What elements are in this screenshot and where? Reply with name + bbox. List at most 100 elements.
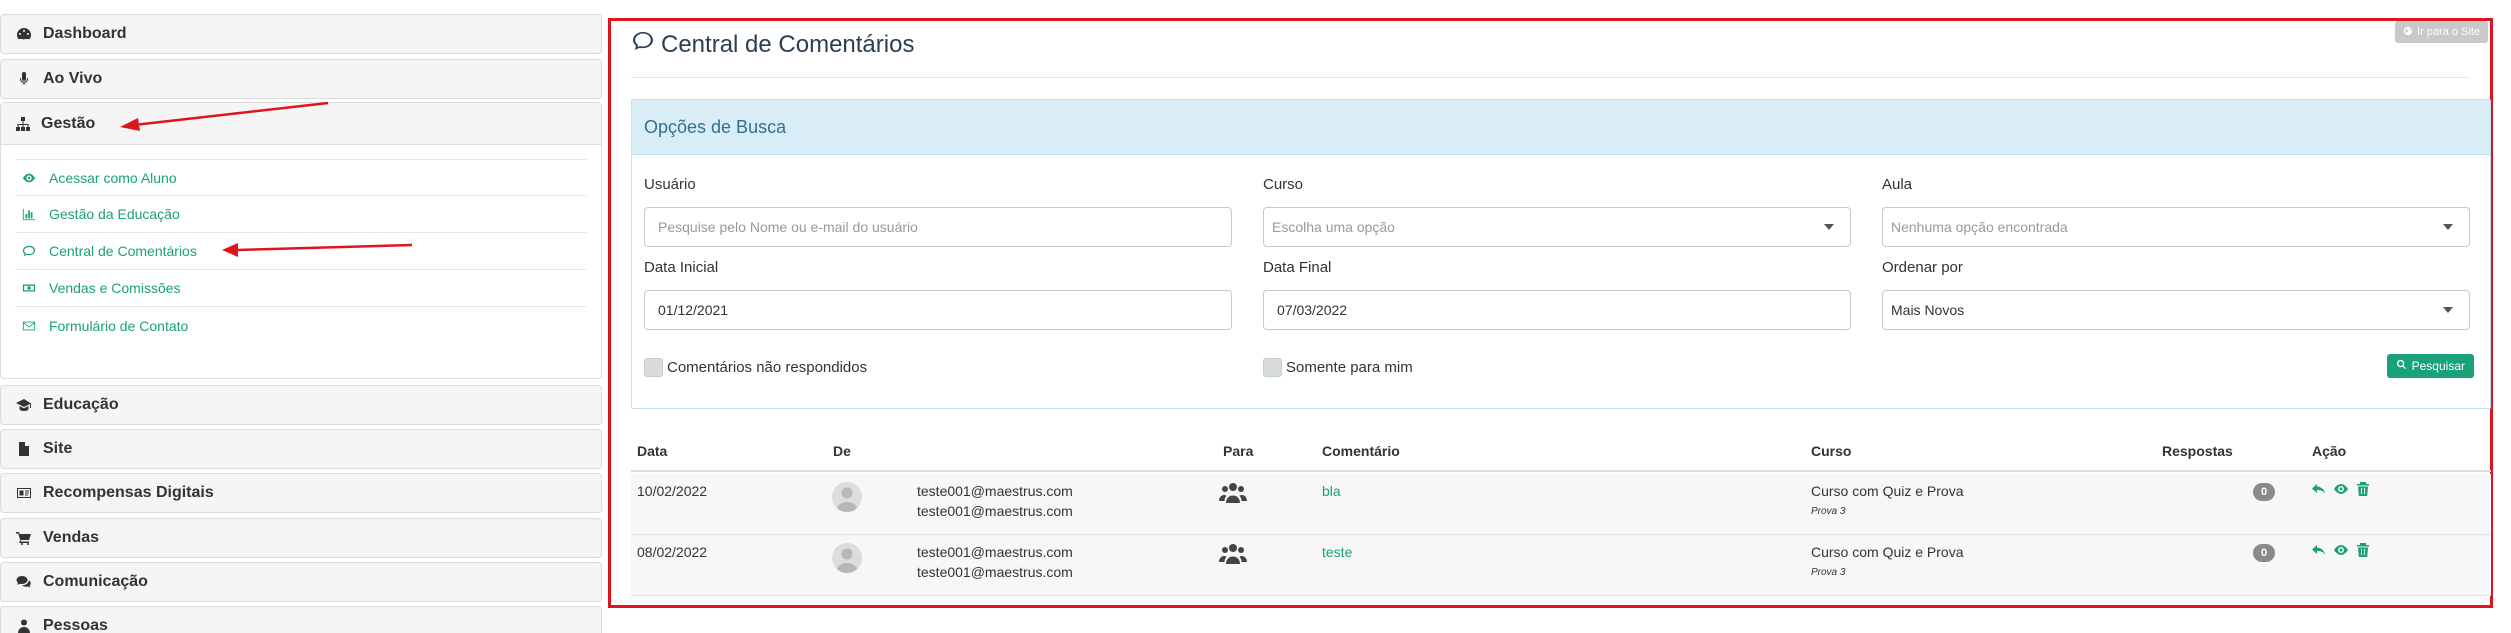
row-from-email: teste001@maestrus.com — [917, 544, 1073, 560]
data-final-input[interactable]: 07/03/2022 — [1263, 290, 1851, 330]
nav-item-label: Site — [43, 440, 73, 457]
comment-icon — [21, 244, 37, 258]
nav-item-label: Pessoas — [43, 617, 108, 633]
column-header-de[interactable]: De — [833, 443, 851, 459]
submenu-acessar-como-aluno[interactable]: Acessar como Aluno — [15, 159, 587, 196]
annotation-arrow-central — [222, 243, 413, 257]
graduation-cap-icon — [15, 396, 33, 414]
submenu-label: Vendas e Comissões — [49, 280, 181, 296]
somente-para-mim-checkbox[interactable]: Somente para mim — [1263, 358, 1413, 377]
eye-icon — [21, 171, 37, 185]
nav-item-label: Dashboard — [43, 25, 127, 42]
nav-item-educacao[interactable]: Educação — [0, 385, 602, 425]
nav-item-dashboard[interactable]: Dashboard — [0, 14, 602, 54]
go-to-site-label: Ir para o Site — [2417, 26, 2480, 38]
bar-chart-icon — [21, 207, 37, 221]
nav-item-pessoas[interactable]: Pessoas — [0, 606, 602, 633]
search-button-label: Pesquisar — [2411, 359, 2465, 373]
nav-item-label: Ao Vivo — [43, 70, 103, 87]
ordenar-select[interactable]: Mais Novos — [1882, 290, 2470, 330]
users-icon — [1219, 482, 1247, 509]
row-from-email-secondary: teste001@maestrus.com — [917, 564, 1073, 580]
search-options-panel: Opções de Busca Usuário Pesquise pelo No… — [631, 99, 2491, 409]
nav-item-label: Comunicação — [43, 573, 148, 590]
submenu-formulario-de-contato[interactable]: Formulário de Contato — [15, 307, 587, 344]
curso-select-value: Escolha uma opção — [1272, 219, 1395, 235]
column-header-comentario[interactable]: Comentário — [1322, 443, 1400, 459]
row-actions — [2311, 481, 2371, 502]
row-date: 08/02/2022 — [637, 544, 708, 560]
row-comment-link[interactable]: bla — [1322, 483, 1341, 499]
chevron-down-icon — [2443, 307, 2453, 313]
nav-item-label: Gestão — [41, 114, 96, 132]
eye-icon[interactable] — [2333, 481, 2349, 502]
row-course: Curso com Quiz e Prova — [1811, 483, 1964, 499]
ordenar-select-value: Mais Novos — [1891, 302, 1965, 318]
column-header-curso[interactable]: Curso — [1811, 443, 1851, 459]
reply-icon[interactable] — [2311, 481, 2327, 502]
annotation-arrow-gestao — [120, 101, 329, 131]
comments-icon — [15, 573, 33, 591]
curso-select[interactable]: Escolha uma opção — [1263, 207, 1851, 247]
data-final-label: Data Final — [1263, 259, 1332, 276]
trash-icon[interactable] — [2355, 481, 2371, 502]
row-comment-link[interactable]: teste — [1322, 544, 1352, 560]
aula-select-value: Nenhuma opção encontrada — [1891, 219, 2068, 235]
trash-icon[interactable] — [2355, 542, 2371, 563]
curso-label: Curso — [1263, 176, 1304, 193]
row-actions — [2311, 542, 2371, 563]
column-header-data[interactable]: Data — [637, 443, 667, 459]
globe-icon — [2403, 26, 2413, 39]
reply-icon[interactable] — [2311, 542, 2327, 563]
user-icon — [15, 617, 33, 633]
nav-item-label: Educação — [43, 396, 119, 413]
chevron-down-icon — [1824, 224, 1834, 230]
submenu-vendas-e-comissoes[interactable]: Vendas e Comissões — [15, 270, 587, 307]
search-options-heading: Opções de Busca — [632, 100, 2490, 155]
page-title: Central de Comentários — [631, 29, 914, 60]
table-header: Data De Para Comentário Curso Respostas … — [631, 437, 2491, 472]
nav-item-vendas[interactable]: Vendas — [0, 518, 602, 558]
submenu-label: Acessar como Aluno — [49, 169, 177, 186]
checkbox-box[interactable] — [644, 358, 663, 377]
submenu-label: Gestão da Educação — [49, 206, 180, 222]
checkbox-label: Comentários não respondidos — [667, 359, 868, 376]
file-icon — [15, 440, 33, 458]
main-panel: Ir para o Site Central de Comentários Op… — [608, 18, 2493, 608]
column-header-respostas[interactable]: Respostas — [2162, 443, 2233, 459]
nav-item-ao-vivo[interactable]: Ao Vivo — [0, 59, 602, 99]
sidebar: Dashboard Ao Vivo Gestão Acessar como Al… — [0, 0, 602, 633]
aula-label: Aula — [1882, 176, 1913, 193]
nav-item-site[interactable]: Site — [0, 429, 602, 469]
users-icon — [1219, 543, 1247, 570]
go-to-site-button[interactable]: Ir para o Site — [2395, 21, 2488, 43]
row-date: 10/02/2022 — [637, 483, 708, 499]
row-course: Curso com Quiz e Prova — [1811, 544, 1964, 560]
nav-item-comunicacao[interactable]: Comunicação — [0, 562, 602, 602]
row-lesson: Prova 3 — [1811, 567, 1846, 578]
eye-icon[interactable] — [2333, 542, 2349, 563]
column-header-para[interactable]: Para — [1223, 443, 1253, 459]
search-icon — [2396, 359, 2407, 373]
checkbox-box[interactable] — [1263, 358, 1282, 377]
submenu-gestao-da-educacao[interactable]: Gestão da Educação — [15, 196, 587, 233]
data-inicial-input[interactable]: 01/12/2021 — [644, 290, 1232, 330]
replies-count-badge: 0 — [2253, 483, 2275, 501]
aula-select[interactable]: Nenhuma opção encontrada — [1882, 207, 2470, 247]
nav-item-label: Vendas — [43, 529, 100, 546]
avatar — [832, 482, 862, 512]
avatar — [832, 543, 862, 573]
submenu-label: Formulário de Contato — [49, 317, 189, 334]
comment-icon — [631, 29, 655, 60]
nao-respondidos-checkbox[interactable]: Comentários não respondidos — [644, 358, 867, 377]
submenu-label: Central de Comentários — [49, 243, 197, 259]
replies-count-badge: 0 — [2253, 544, 2275, 562]
row-lesson: Prova 3 — [1811, 506, 1846, 517]
row-from-email: teste001@maestrus.com — [917, 483, 1073, 499]
microphone-icon — [15, 70, 33, 88]
usuario-search-input[interactable]: Pesquise pelo Nome ou e-mail do usuário — [644, 207, 1232, 247]
envelope-icon — [21, 319, 37, 333]
cart-icon — [15, 529, 33, 547]
search-button[interactable]: Pesquisar — [2386, 354, 2474, 378]
nav-item-recompensas-digitais[interactable]: Recompensas Digitais — [0, 473, 602, 513]
